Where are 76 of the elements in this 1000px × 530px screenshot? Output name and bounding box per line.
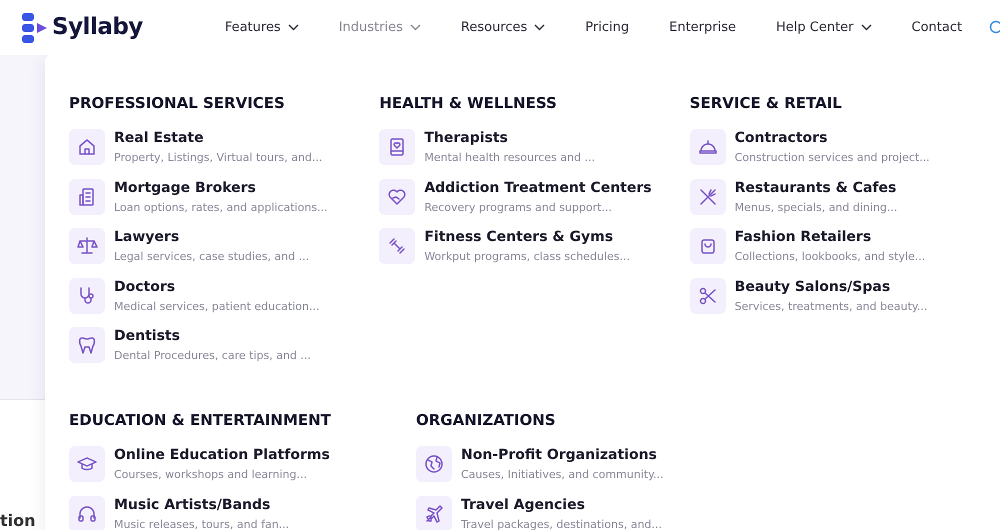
scales-icon xyxy=(69,228,105,264)
item-title: Online Education Platforms xyxy=(114,446,330,464)
item-description: Workput programs, class schedules... xyxy=(424,249,630,265)
item-title: Addiction Treatment Centers xyxy=(424,178,652,196)
item-description: Legal services, case studies, and ... xyxy=(114,249,310,265)
item-description: Travel packages, destinations, and... xyxy=(461,516,662,530)
menu-item[interactable]: Doctors Medical services, patient education... xyxy=(69,278,380,327)
item-description: Recovery programs and support... xyxy=(424,200,613,216)
item-description: Services, treatments, and beauty... xyxy=(734,298,928,314)
nav-link[interactable]: Contact xyxy=(912,18,962,38)
menu-item[interactable]: Dentists Dental Procedures, care tips, and ... xyxy=(69,327,380,376)
item-description: Medical services, patient education... xyxy=(114,298,320,314)
tooth-icon xyxy=(69,327,105,363)
item-description: Collections, lookbooks, and style... xyxy=(734,249,926,265)
nav-link[interactable]: Enterprise xyxy=(669,18,736,38)
menu-item[interactable]: Fashion Retailers Collections, lookbooks, and style... xyxy=(690,228,1000,278)
globe-icon xyxy=(416,446,452,482)
menu-item[interactable]: Mortgage Brokers Loan options, rates, and applications... xyxy=(69,178,380,228)
menu-item[interactable]: Fitness Centers & Gyms Workput programs, class schedules... xyxy=(379,228,690,278)
section-heading: EDUCATION & ENTERTAINMENT xyxy=(69,410,332,430)
item-description: Construction services and project... xyxy=(734,150,930,166)
nav-link[interactable]: Features xyxy=(224,18,299,38)
item-description: Loan options, rates, and applications... xyxy=(114,200,328,216)
nav-link[interactable]: Pricing xyxy=(585,18,630,38)
item-description: Menus, specials, and dining... xyxy=(734,200,898,216)
menu-item[interactable]: Contractors Construction services and project... xyxy=(690,129,1000,178)
item-description: Causes, Initiatives, and community... xyxy=(461,467,664,483)
item-title: Doctors xyxy=(114,278,176,296)
section-heading: ORGANIZATIONS xyxy=(416,410,557,430)
logo-text[interactable]: Syllaby xyxy=(52,10,143,45)
item-title: Non-Profit Organizations xyxy=(461,446,658,464)
menu-item[interactable]: Addiction Treatment Centers Recovery programs and support... xyxy=(379,178,690,228)
menu-item[interactable]: Non-Profit Organizations Causes, Initiatives, and community... xyxy=(416,446,753,496)
item-title: Fashion Retailers xyxy=(734,228,872,246)
section-heading: SERVICE & RETAIL xyxy=(690,93,843,113)
item-description: Dental Procedures, care tips, and ... xyxy=(114,348,311,364)
menu-item[interactable]: Real Estate Property, Listings, Virtual tours, and... xyxy=(69,129,380,178)
nav-link[interactable]: Help Center xyxy=(776,18,872,38)
item-description: Property, Listings, Virtual tours, and... xyxy=(114,150,322,166)
item-title: Music Artists/Bands xyxy=(114,496,272,514)
dumbbell-icon xyxy=(379,228,416,264)
menu-item[interactable]: Music Artists/Bands Music releases, tours, and fan... xyxy=(69,496,416,530)
menu-item[interactable]: Lawyers Legal services, case studies, and ... xyxy=(69,228,380,278)
item-description: Courses, workshops and learning... xyxy=(114,467,308,483)
item-title: Mortgage Brokers xyxy=(114,178,257,196)
item-title: Real Estate xyxy=(114,129,205,147)
scissors-icon xyxy=(690,278,726,314)
stethoscope-icon xyxy=(69,278,105,314)
item-description: Mental health resources and ... xyxy=(424,150,595,166)
section-heading: PROFESSIONAL SERVICES xyxy=(69,93,286,113)
headphones-icon xyxy=(69,496,105,530)
fork-knife-icon xyxy=(690,178,726,214)
section-heading: HEALTH & WELLNESS xyxy=(379,93,558,113)
logo-icon xyxy=(22,12,48,42)
plane-icon xyxy=(416,496,452,530)
item-title: Fitness Centers & Gyms xyxy=(424,228,614,246)
menu-item[interactable]: Restaurants & Cafes Menus, specials, and dining... xyxy=(690,178,1000,228)
item-title: Dentists xyxy=(114,327,181,345)
nav-link[interactable]: Resources xyxy=(460,18,546,38)
item-description: Music releases, tours, and fan... xyxy=(114,516,290,530)
menu-item[interactable]: Travel Agencies Travel packages, destinations, and... xyxy=(416,496,753,530)
item-title: Lawyers xyxy=(114,228,180,246)
menu-item[interactable]: Therapists Mental health resources and ... xyxy=(379,129,690,178)
menu-item[interactable]: Beauty Salons/Spas Services, treatments, and beauty... xyxy=(690,278,1000,327)
heading-text: tion xyxy=(0,510,36,530)
bag-icon xyxy=(690,228,726,264)
item-title: Travel Agencies xyxy=(461,496,586,514)
house-icon xyxy=(69,129,105,165)
heart-hand-icon xyxy=(379,178,416,214)
graduation-cap-icon xyxy=(69,446,105,482)
item-title: Beauty Salons/Spas xyxy=(734,278,892,296)
item-title: Contractors xyxy=(734,129,828,147)
menu-item[interactable]: Online Education Platforms Courses, workshops and learning... xyxy=(69,446,416,496)
building-icon xyxy=(69,178,105,214)
item-title: Restaurants & Cafes xyxy=(734,178,898,196)
item-title: Therapists xyxy=(424,129,509,147)
